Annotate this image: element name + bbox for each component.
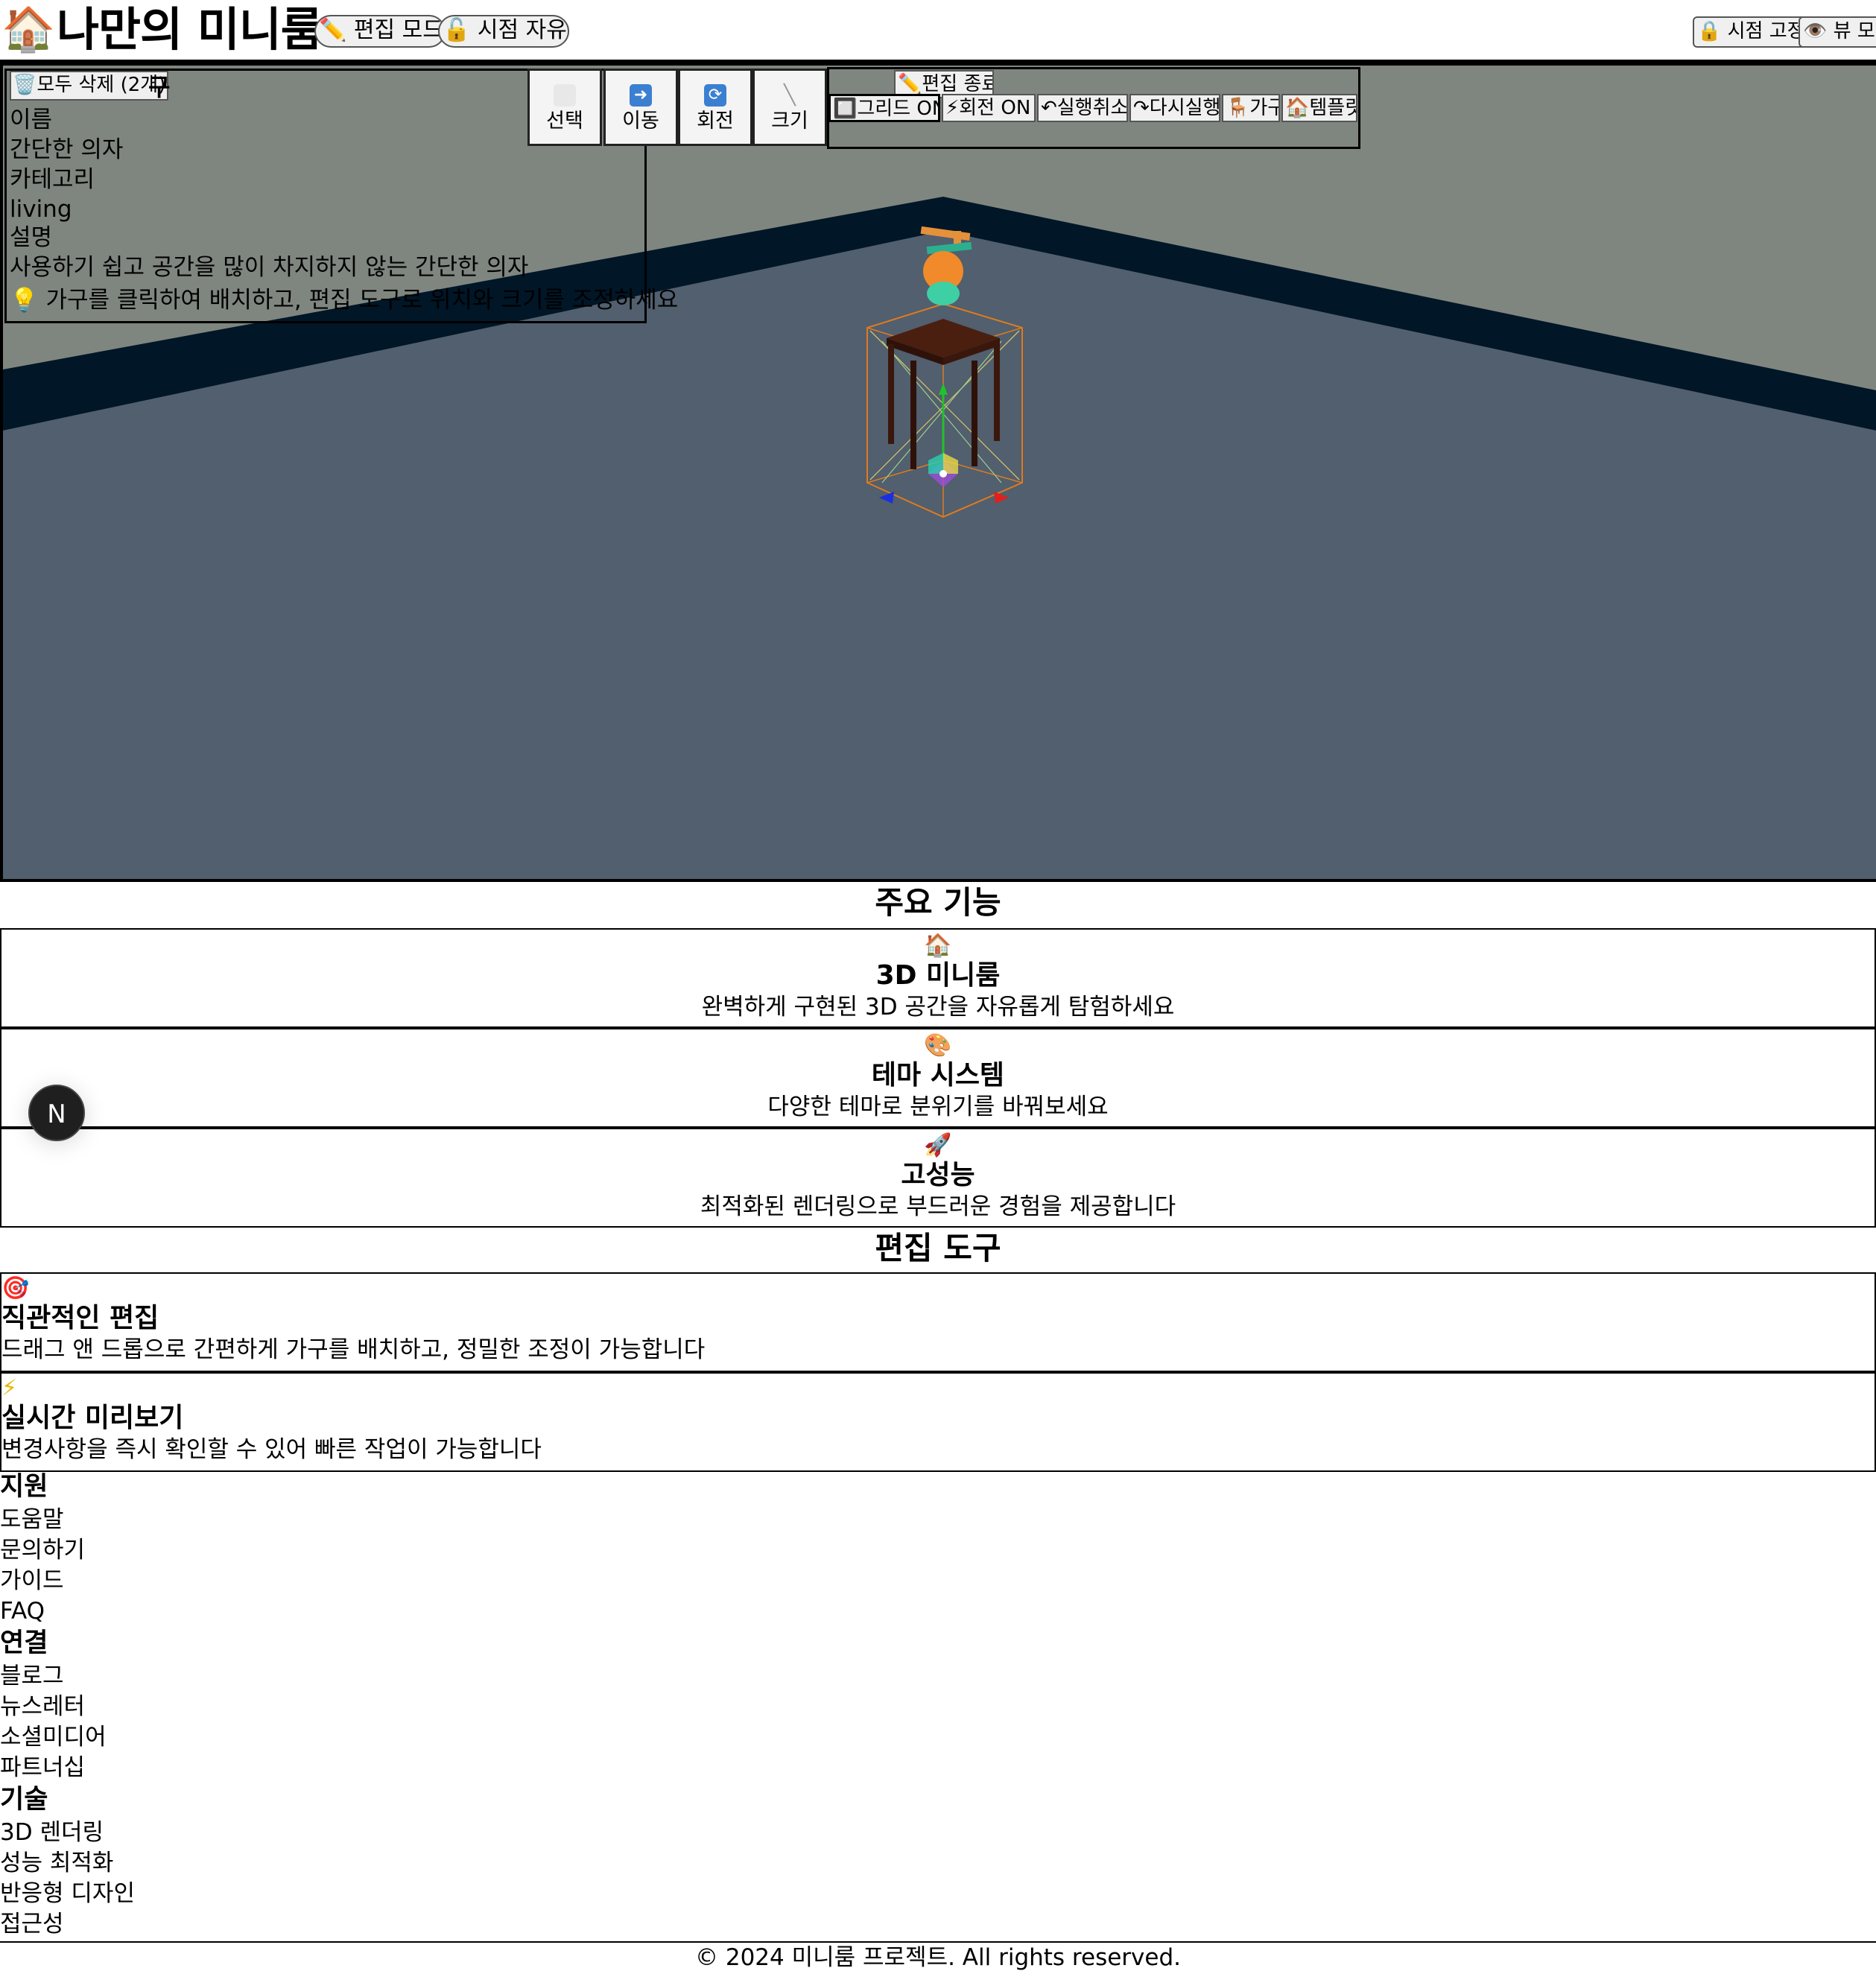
furniture-button[interactable]: 🪑가구 <box>1222 94 1280 122</box>
feature-description: 완벽하게 구현된 3D 공간을 자유롭게 탐험하세요 <box>701 994 1175 1021</box>
description-value: 사용하기 쉽고 공간을 많이 차지하지 않는 간단한 의자 <box>10 254 529 281</box>
tool-move-label: 이동 <box>622 110 659 133</box>
edit-tool-card: 🎯 직관적인 편집 드래그 앤 드롭으로 간편하게 가구를 배치하고, 정밀한 … <box>0 1272 1876 1372</box>
tool-rotate-label: 회전 <box>697 110 734 133</box>
footer-link[interactable]: 3D 렌더링 <box>0 1818 104 1847</box>
tool-move-button[interactable]: ➜ 이동 <box>603 69 678 146</box>
edit-tool-description: 드래그 앤 드롭으로 간편하게 가구를 배치하고, 정밀한 조정이 가능합니다 <box>1 1336 706 1363</box>
hint-text: 💡 가구를 클릭하여 배치하고, 편집 도구로 위치와 크기를 조정하세요 <box>10 287 679 314</box>
tool-scale-label: 크기 <box>771 110 808 133</box>
footer-link[interactable]: 반응형 디자인 <box>0 1879 135 1908</box>
name-value: 간단한 의자 <box>10 136 124 163</box>
undo-button[interactable]: ↶실행취소 <box>1037 94 1128 122</box>
site-title: 나만의 미니룸 <box>57 2 323 57</box>
panel-title: 구 <box>148 73 171 101</box>
palette-icon: 🎨 <box>924 1032 952 1059</box>
tool-select-label: 선택 <box>546 110 583 133</box>
footer-link[interactable]: 파트너십 <box>0 1753 85 1783</box>
copyright: © 2024 미니룸 프로젝트. All rights reserved. <box>0 1941 1876 1973</box>
lightning-icon: ⚡ <box>1 1375 18 1401</box>
template-button[interactable]: 🏠템플릿 <box>1281 94 1357 122</box>
feature-card: 🏠 3D 미니룸 완벽하게 구현된 3D 공간을 자유롭게 탐험하세요 <box>0 928 1876 1028</box>
footer-tech-title: 기술 <box>0 1785 48 1815</box>
feature-title: 고성능 <box>901 1160 975 1190</box>
name-label: 이름 <box>10 107 53 133</box>
view-mode-button[interactable]: 👁️ 뷰 모드 <box>1799 16 1876 48</box>
redo-button[interactable]: ↷다시실행 <box>1129 94 1220 122</box>
feature-description: 다양한 테마로 분위기를 바꿔보세요 <box>767 1094 1109 1120</box>
target-icon: 🎯 <box>1 1275 30 1301</box>
rotate-icon: ⟳ <box>704 84 726 107</box>
footer-link[interactable]: 가이드 <box>0 1566 64 1596</box>
footer-link[interactable]: 블로그 <box>0 1661 64 1691</box>
category-value: living <box>10 196 72 223</box>
next-dev-badge[interactable]: N <box>28 1085 85 1141</box>
rocket-icon: 🚀 <box>924 1132 952 1158</box>
description-label: 설명 <box>10 224 53 251</box>
arrow-right-icon: ➜ <box>630 84 652 107</box>
footer-support-title: 지원 <box>0 1472 48 1502</box>
category-label: 카테고리 <box>10 166 95 193</box>
footer-link[interactable]: 뉴스레터 <box>0 1692 85 1721</box>
house-icon: 🏠 <box>924 933 952 959</box>
feature-card: 🚀 고성능 최적화된 렌더링으로 부드러운 경험을 제공합니다 <box>0 1128 1876 1228</box>
edit-mode-button[interactable]: ✏️ 편집 모드 <box>314 15 446 48</box>
footer-link[interactable]: 접근성 <box>0 1909 64 1939</box>
edit-tool-card: ⚡ 실시간 미리보기 변경사항을 즉시 확인할 수 있어 빠른 작업이 가능합니… <box>0 1372 1876 1472</box>
footer-link[interactable]: FAQ <box>0 1596 45 1626</box>
features-title: 주요 기능 <box>875 884 1001 921</box>
footer-connect-title: 연결 <box>0 1628 48 1658</box>
rotation-snap-button[interactable]: ⚡회전 ON <box>942 94 1036 122</box>
pointer-icon <box>554 84 576 107</box>
footer-link[interactable]: 문의하기 <box>0 1535 85 1565</box>
view-lock-button[interactable]: 🔒 시점 고정 <box>1693 16 1806 48</box>
view-free-button[interactable]: 🔓 시점 자유 <box>438 15 569 48</box>
feature-title: 3D 미니룸 <box>875 960 1001 991</box>
house-logo-icon: 🏠 <box>1 4 56 54</box>
feature-description: 최적화된 렌더링으로 부드러운 경험을 제공합니다 <box>700 1193 1176 1220</box>
footer-link[interactable]: 소셜미디어 <box>0 1722 107 1752</box>
header: 🏠 나만의 미니룸 ✏️ 편집 모드 🔓 시점 자유 🔒 시점 고정 👁️ 뷰 … <box>0 0 1876 60</box>
tool-select-button[interactable]: 선택 <box>527 69 602 146</box>
edit-tool-title: 직관적인 편집 <box>1 1303 159 1333</box>
grid-toggle-button[interactable]: 🔲그리드 ON <box>828 94 940 122</box>
footer-link[interactable]: 성능 최적화 <box>0 1848 113 1878</box>
edit-tool-description: 변경사항을 즉시 확인할 수 있어 빠른 작업이 가능합니다 <box>1 1436 542 1463</box>
footer-link[interactable]: 도움말 <box>0 1505 64 1535</box>
edit-tools-title: 편집 도구 <box>875 1230 1001 1266</box>
tool-rotate-button[interactable]: ⟳ 회전 <box>678 69 752 146</box>
feature-title: 테마 시스템 <box>871 1060 1005 1091</box>
delete-all-button[interactable]: 🗑️모두 삭제 (2개) <box>10 71 169 101</box>
tool-scale-button[interactable]: ╲ 크기 <box>752 69 827 146</box>
feature-card: 🎨 테마 시스템 다양한 테마로 분위기를 바꿔보세요 <box>0 1028 1876 1128</box>
ruler-icon: ╲ <box>784 84 796 107</box>
edit-tool-title: 실시간 미리보기 <box>1 1403 184 1433</box>
